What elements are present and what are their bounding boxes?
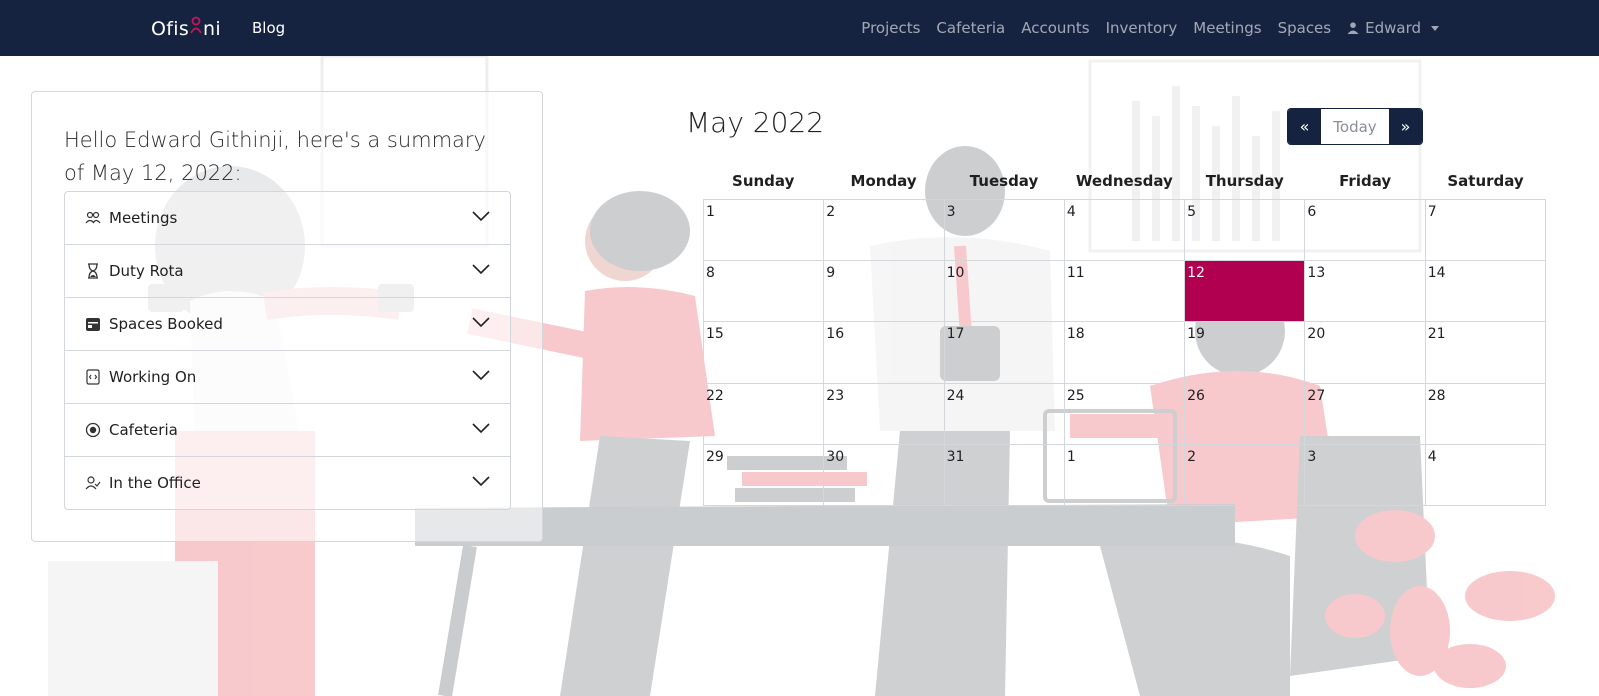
calendar-day-next-month[interactable]: 3 xyxy=(1305,444,1426,506)
calendar-day[interactable]: 10 xyxy=(944,261,1065,323)
calendar-day[interactable]: 4 xyxy=(1064,200,1186,262)
chevron-down-icon xyxy=(472,211,490,222)
calendar-grid: 1 2 3 4 5 6 7 8 9 10 11 12 13 14 15 16 1… xyxy=(703,199,1546,506)
calendar-day[interactable]: 26 xyxy=(1185,383,1306,445)
brand-suffix: ni xyxy=(203,18,221,40)
nav-blog[interactable]: Blog xyxy=(252,19,285,37)
accordion-label: Working On xyxy=(109,368,197,386)
calendar-next-button[interactable]: » xyxy=(1389,109,1422,144)
nav-spaces[interactable]: Spaces xyxy=(1278,19,1332,37)
accordion-label: Spaces Booked xyxy=(109,315,223,333)
brand-logo[interactable]: Ofis ni xyxy=(151,15,221,40)
calendar-day[interactable]: 18 xyxy=(1064,322,1186,384)
calendar-day[interactable]: 15 xyxy=(704,322,825,384)
calendar-day[interactable]: 14 xyxy=(1425,261,1546,323)
chevron-down-icon xyxy=(472,423,490,434)
accordion-spaces-booked[interactable]: Spaces Booked xyxy=(65,298,510,351)
calendar-day-next-month[interactable]: 1 xyxy=(1064,444,1186,506)
calendar-day[interactable]: 28 xyxy=(1425,383,1546,445)
calendar-day-next-month[interactable]: 2 xyxy=(1185,444,1306,506)
caret-down-icon xyxy=(1431,25,1439,31)
top-navbar: Ofis ni Blog Projects Cafeteria Accounts … xyxy=(0,0,1599,56)
nav-meetings[interactable]: Meetings xyxy=(1193,19,1261,37)
person-check-icon xyxy=(85,475,101,491)
summary-greeting: Hello Edward Githinji, here's a summary … xyxy=(64,128,486,185)
hourglass-icon xyxy=(85,263,101,279)
calendar-weekday-header: Sunday Monday Tuesday Wednesday Thursday… xyxy=(703,172,1546,190)
calendar-day[interactable]: 5 xyxy=(1185,200,1306,262)
badge-icon xyxy=(85,422,101,438)
calendar-day[interactable]: 1 xyxy=(704,200,825,262)
weekday-thursday: Thursday xyxy=(1205,172,1284,190)
calendar-day[interactable]: 21 xyxy=(1425,322,1546,384)
brand-prefix: Ofis xyxy=(151,18,190,40)
calendar-day-selected[interactable]: 12 xyxy=(1185,261,1306,323)
calendar-day[interactable]: 29 xyxy=(704,444,825,506)
chevron-down-icon xyxy=(472,370,490,381)
calendar-day[interactable]: 3 xyxy=(944,200,1065,262)
calendar-month-title: May 2022 xyxy=(686,106,825,139)
summary-accordion: Meetings Duty Rota Spaces Booked Working… xyxy=(64,191,511,510)
calendar-day[interactable]: 17 xyxy=(944,322,1065,384)
calendar-day[interactable]: 9 xyxy=(824,261,945,323)
accordion-duty-rota[interactable]: Duty Rota xyxy=(65,245,510,298)
calendar-prev-button[interactable]: « xyxy=(1288,109,1321,144)
calendar-day[interactable]: 30 xyxy=(824,444,945,506)
calendar-day[interactable]: 25 xyxy=(1064,383,1186,445)
calendar-day[interactable]: 11 xyxy=(1064,261,1186,323)
calendar-card-icon xyxy=(85,316,101,332)
accordion-cafeteria[interactable]: Cafeteria xyxy=(65,404,510,457)
weekday-sunday: Sunday xyxy=(732,172,795,190)
calendar-day[interactable]: 2 xyxy=(824,200,945,262)
person-icon xyxy=(1347,22,1359,34)
weekday-tuesday: Tuesday xyxy=(969,172,1039,190)
calendar-day[interactable]: 31 xyxy=(944,444,1065,506)
calendar-day[interactable]: 8 xyxy=(704,261,825,323)
accordion-working-on[interactable]: Working On xyxy=(65,351,510,404)
calendar-day-next-month[interactable]: 4 xyxy=(1425,444,1546,506)
calendar-today-button[interactable]: Today xyxy=(1321,109,1389,144)
chevron-down-icon xyxy=(472,476,490,487)
chevron-down-icon xyxy=(472,317,490,328)
calendar-day[interactable]: 6 xyxy=(1305,200,1426,262)
weekday-wednesday: Wednesday xyxy=(1075,172,1173,190)
brand-mark-icon xyxy=(189,15,203,40)
nav-projects[interactable]: Projects xyxy=(861,19,920,37)
code-file-icon xyxy=(85,369,101,385)
summary-card: Hello Edward Githinji, here's a summary … xyxy=(31,91,543,542)
calendar-navigation: « Today » xyxy=(1287,108,1423,145)
nav-inventory[interactable]: Inventory xyxy=(1106,19,1178,37)
accordion-label: Cafeteria xyxy=(109,421,178,439)
nav-accounts[interactable]: Accounts xyxy=(1021,19,1089,37)
calendar-day[interactable]: 16 xyxy=(824,322,945,384)
calendar-day[interactable]: 19 xyxy=(1185,322,1306,384)
calendar-day[interactable]: 22 xyxy=(704,383,825,445)
accordion-in-the-office[interactable]: In the Office xyxy=(65,457,510,509)
accordion-meetings[interactable]: Meetings xyxy=(65,192,510,245)
user-menu-toggle[interactable]: Edward xyxy=(1347,19,1439,37)
people-icon xyxy=(85,210,101,226)
nav-cafeteria[interactable]: Cafeteria xyxy=(936,19,1005,37)
calendar-day[interactable]: 23 xyxy=(824,383,945,445)
user-name: Edward xyxy=(1365,19,1421,37)
weekday-saturday: Saturday xyxy=(1447,172,1524,190)
calendar-day[interactable]: 27 xyxy=(1305,383,1426,445)
calendar-day[interactable]: 24 xyxy=(944,383,1065,445)
accordion-label: Duty Rota xyxy=(109,262,184,280)
calendar-day[interactable]: 7 xyxy=(1425,200,1546,262)
accordion-label: Meetings xyxy=(109,209,178,227)
chevron-down-icon xyxy=(472,264,490,275)
weekday-friday: Friday xyxy=(1339,172,1392,190)
calendar-day[interactable]: 20 xyxy=(1305,322,1426,384)
weekday-monday: Monday xyxy=(850,172,917,190)
calendar-day[interactable]: 13 xyxy=(1305,261,1426,323)
accordion-label: In the Office xyxy=(109,474,201,492)
nav-links: Projects Cafeteria Accounts Inventory Me… xyxy=(861,19,1439,37)
